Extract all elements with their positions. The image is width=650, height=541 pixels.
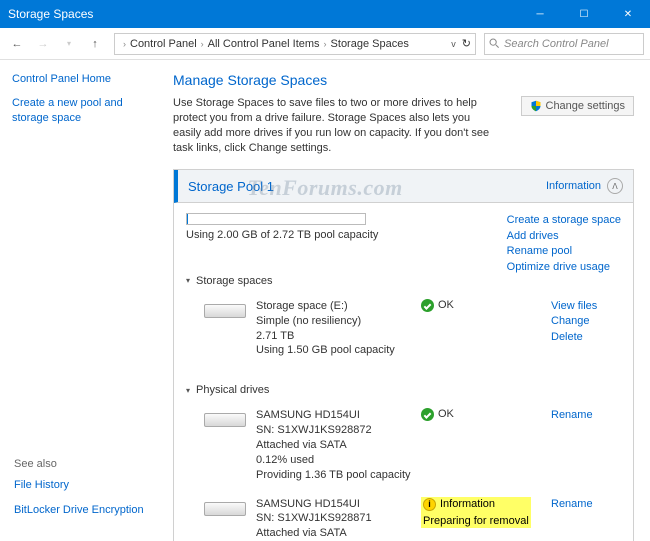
space-actions: View files Change Delete	[551, 299, 621, 358]
storage-space-item: Storage space (E:) Simple (no resiliency…	[186, 295, 621, 368]
drive-details: SAMSUNG HD154UI SN: S1XWJ1KS928871 Attac…	[256, 497, 421, 541]
storage-spaces-section: ▾ Storage spaces Storage space (E:) Simp…	[186, 275, 621, 368]
see-also-header: See also	[14, 458, 144, 470]
drive-actions: Rename	[551, 408, 621, 482]
section-header-spaces[interactable]: ▾ Storage spaces	[186, 275, 621, 287]
breadcrumb-item[interactable]: Control Panel	[130, 38, 197, 50]
physical-drive-item: SAMSUNG HD154UI SN: S1XWJ1KS928871 Attac…	[186, 493, 621, 541]
pool-header: Storage Pool 1 Information ᐱ	[174, 170, 633, 203]
search-placeholder: Search Control Panel	[504, 38, 609, 50]
rename-drive-link[interactable]: Rename	[551, 408, 621, 423]
back-button[interactable]: ←	[6, 33, 28, 55]
chevron-right-icon: ›	[123, 39, 126, 49]
search-input[interactable]: Search Control Panel	[484, 33, 644, 55]
section-header-label: Physical drives	[196, 384, 269, 396]
physical-drives-section: ▾ Physical drives SAMSUNG HD154UI SN: S1…	[186, 384, 621, 541]
view-files-link[interactable]: View files	[551, 299, 621, 314]
chevron-right-icon: ›	[201, 39, 204, 49]
addressbar-dropdown-icon[interactable]: v	[451, 39, 456, 49]
add-drives-link[interactable]: Add drives	[507, 229, 621, 244]
status-label: Information	[440, 498, 495, 510]
page-title: Manage Storage Spaces	[173, 72, 634, 88]
drive-icon	[204, 410, 246, 432]
sidebar: Control Panel Home Create a new pool and…	[0, 60, 165, 541]
chevron-right-icon: ›	[324, 39, 327, 49]
drive-details: SAMSUNG HD154UI SN: S1XWJ1KS928872 Attac…	[256, 408, 421, 482]
window-buttons: ─ ☐ ✕	[518, 0, 650, 28]
see-also-section: See also File History BitLocker Drive En…	[14, 458, 144, 527]
info-icon: i	[423, 498, 436, 511]
sidebar-create-pool-link[interactable]: Create a new pool and storage space	[12, 96, 153, 125]
sidebar-home-link[interactable]: Control Panel Home	[12, 72, 153, 86]
up-button[interactable]: ↑	[84, 33, 106, 55]
window-title: Storage Spaces	[8, 7, 93, 21]
minimize-button[interactable]: ─	[518, 0, 562, 28]
change-link[interactable]: Change	[551, 314, 621, 329]
search-icon	[489, 38, 500, 49]
pool-name: Storage Pool 1	[188, 179, 546, 194]
page-description: Use Storage Spaces to save files to two …	[173, 96, 493, 155]
section-header-drives[interactable]: ▾ Physical drives	[186, 384, 621, 396]
drive-status: OK	[421, 408, 551, 482]
main-panel: Manage Storage Spaces Use Storage Spaces…	[165, 60, 650, 541]
space-details: Storage space (E:) Simple (no resiliency…	[256, 299, 421, 358]
recent-dropdown[interactable]: ▾	[58, 33, 80, 55]
addressbar[interactable]: › Control Panel › All Control Panel Item…	[114, 33, 476, 55]
expand-icon: ▾	[186, 276, 190, 285]
file-history-link[interactable]: File History	[14, 478, 144, 492]
drive-actions: Rename	[551, 497, 621, 541]
delete-link[interactable]: Delete	[551, 330, 621, 345]
drive-icon	[204, 499, 246, 521]
pool-information-link[interactable]: Information	[546, 180, 601, 192]
close-button[interactable]: ✕	[606, 0, 650, 28]
breadcrumb-item[interactable]: Storage Spaces	[331, 38, 409, 50]
refresh-icon[interactable]: ↻	[462, 37, 471, 50]
pool-links: Create a storage space Add drives Rename…	[507, 213, 621, 275]
navbar: ← → ▾ ↑ › Control Panel › All Control Pa…	[0, 28, 650, 60]
storage-pool-box: Storage Pool 1 Information ᐱ Create a st…	[173, 169, 634, 541]
breadcrumb-item[interactable]: All Control Panel Items	[208, 38, 320, 50]
status-message: Preparing for removal	[423, 515, 529, 527]
collapse-icon[interactable]: ᐱ	[607, 178, 623, 194]
maximize-button[interactable]: ☐	[562, 0, 606, 28]
drive-status-info: i Information Preparing for removal	[421, 497, 551, 541]
titlebar: Storage Spaces ─ ☐ ✕	[0, 0, 650, 28]
create-space-link[interactable]: Create a storage space	[507, 213, 621, 228]
ok-icon	[421, 299, 434, 312]
section-header-label: Storage spaces	[196, 275, 272, 287]
space-status: OK	[421, 299, 551, 358]
usage-bar	[186, 213, 366, 225]
rename-pool-link[interactable]: Rename pool	[507, 244, 621, 259]
bitlocker-link[interactable]: BitLocker Drive Encryption	[14, 503, 144, 517]
drive-icon	[204, 301, 246, 323]
expand-icon: ▾	[186, 386, 190, 395]
change-settings-button[interactable]: Change settings	[521, 96, 635, 116]
forward-button[interactable]: →	[32, 33, 54, 55]
shield-icon	[530, 100, 542, 112]
change-settings-label: Change settings	[546, 100, 626, 112]
ok-icon	[421, 408, 434, 421]
physical-drive-item: SAMSUNG HD154UI SN: S1XWJ1KS928872 Attac…	[186, 404, 621, 492]
optimize-link[interactable]: Optimize drive usage	[507, 260, 621, 275]
rename-drive-link[interactable]: Rename	[551, 497, 621, 512]
